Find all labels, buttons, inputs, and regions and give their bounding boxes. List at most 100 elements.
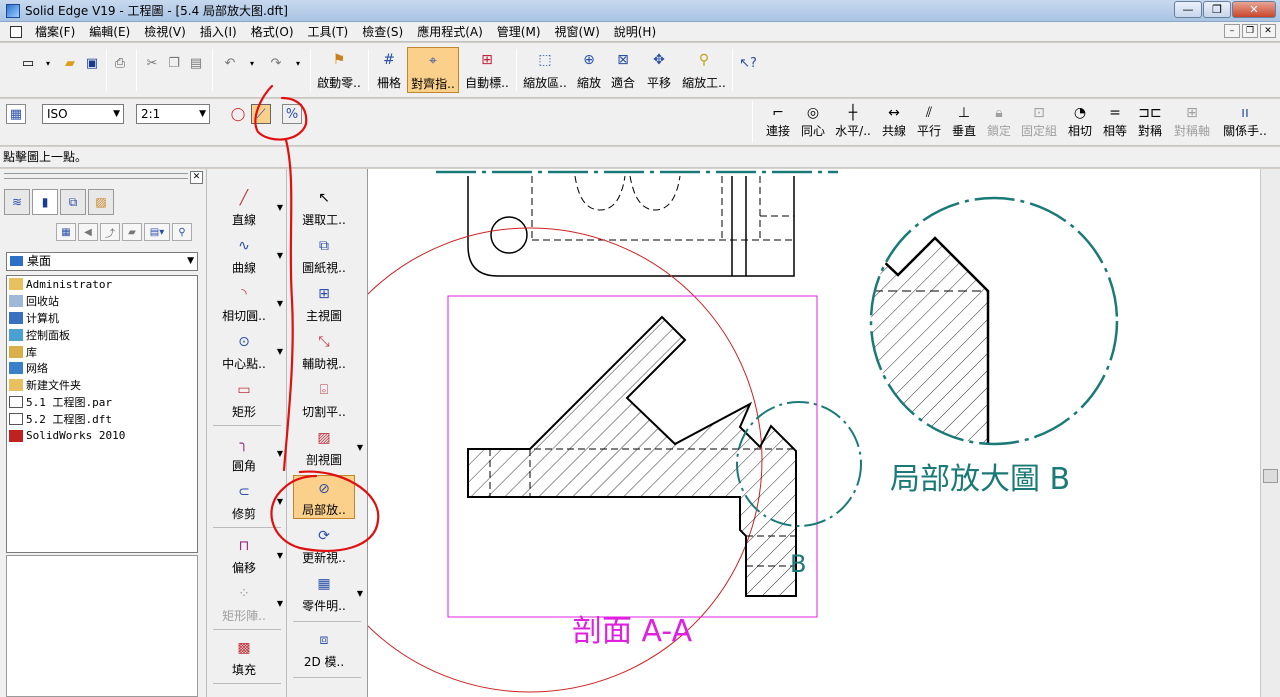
detail-view-option-icon[interactable]: ⟋	[251, 104, 271, 124]
location-combo[interactable]: 桌面 ▼	[6, 252, 198, 271]
close-button[interactable]: ✕	[1232, 1, 1276, 18]
fit-button[interactable]: ⊠ 適合	[608, 47, 638, 93]
drawing-view-button[interactable]: ⧉ 圖紙視..	[293, 233, 355, 277]
align-button[interactable]: ⌖ 對齊指..	[407, 47, 459, 93]
layers-tab-icon[interactable]: ≋	[4, 189, 30, 215]
relation-symmetric-button[interactable]: ⊐⊏ 對稱	[1134, 104, 1166, 139]
relation-parallel-button[interactable]: ⫽ 平行	[913, 104, 945, 139]
section-view-button[interactable]: ▨ 剖視圖 ▼	[293, 425, 363, 469]
relation-collinear-button[interactable]: ↔ 共線	[878, 104, 910, 139]
detail-view-b[interactable]	[860, 196, 1119, 460]
curve-tool-button[interactable]: ∿ 曲線 ▼	[213, 233, 283, 277]
menu-manage[interactable]: 管理(M)	[490, 23, 548, 40]
2d-model-view-button[interactable]: ⧈ 2D 模..	[293, 627, 355, 671]
open-folder-icon[interactable]: ▰	[60, 53, 80, 73]
back-arrow-icon[interactable]: ◀	[78, 223, 98, 241]
relation-tangent-button[interactable]: ◔ 相切	[1064, 104, 1096, 139]
up-folder-icon[interactable]: ⤴	[100, 223, 120, 241]
restore-button[interactable]: ❐	[1203, 1, 1231, 18]
select-tool-button[interactable]: ↖ 選取工..	[293, 185, 355, 229]
relation-handles-button[interactable]: ıı 關係手..	[1222, 104, 1268, 139]
new-dropdown-icon[interactable]: ▾	[38, 53, 58, 73]
new-folder-icon[interactable]: ▰	[122, 223, 142, 241]
relation-lock-button[interactable]: 🔒︎ 鎖定	[983, 104, 1015, 139]
relation-equal-button[interactable]: = 相等	[1099, 104, 1131, 139]
view-options-icon[interactable]: ▤▾	[144, 223, 170, 241]
groups-tab-icon[interactable]: ⧉	[60, 189, 86, 215]
redo-icon[interactable]: ↷	[266, 53, 286, 73]
view-grid-icon[interactable]: ▦	[56, 223, 76, 241]
rectangle-tool-button[interactable]: ▭ 矩形	[213, 377, 275, 421]
fillet-tool-button[interactable]: ╮ 圓角 ▼	[213, 431, 283, 475]
list-item[interactable]: 库	[7, 343, 197, 360]
fill-tool-button[interactable]: ▩ 填充	[213, 635, 275, 679]
line-tool-button[interactable]: ╱ 直線 ▼	[213, 185, 283, 229]
zoom-tool-button[interactable]: ⚲ 縮放工..	[678, 47, 730, 93]
panel-close-button[interactable]: ✕	[190, 171, 203, 184]
scale-select[interactable]: 2:1 ▼	[136, 104, 210, 124]
pan-button[interactable]: ✥ 平移	[642, 47, 676, 93]
grid-button[interactable]: # 柵格	[372, 47, 406, 93]
list-item[interactable]: SolidWorks 2010	[7, 427, 197, 444]
undo-icon[interactable]: ↶	[220, 53, 240, 73]
menu-tools[interactable]: 工具(T)	[301, 23, 356, 40]
list-item[interactable]: Administrator	[7, 276, 197, 293]
menu-view[interactable]: 檢視(V)	[137, 23, 193, 40]
copy-icon[interactable]: ❐	[164, 53, 184, 73]
relation-rigid-set-button[interactable]: ⊡ 固定組	[1018, 104, 1060, 139]
center-point-tool-button[interactable]: ⊙ 中心點.. ▼	[213, 329, 283, 373]
relation-connect-button[interactable]: ⌐ 連接	[762, 104, 794, 139]
panel-grip[interactable]	[4, 173, 188, 179]
new-file-icon[interactable]: ▭	[18, 53, 38, 73]
print-icon[interactable]: ⎙	[110, 53, 130, 73]
library-tab-icon[interactable]: ▮	[32, 189, 58, 215]
menu-format[interactable]: 格式(O)	[244, 23, 301, 40]
circle-option-icon[interactable]: ◯	[228, 104, 248, 124]
minimize-button[interactable]: —	[1174, 1, 1202, 18]
doc-restore-button[interactable]: ❐	[1242, 24, 1258, 38]
offset-tool-button[interactable]: ⊓ 偏移 ▼	[213, 533, 283, 577]
top-view[interactable]	[436, 170, 838, 277]
doc-close-button[interactable]: ✕	[1260, 24, 1276, 38]
menu-help[interactable]: 說明(H)	[607, 23, 663, 40]
auxiliary-view-button[interactable]: ⤡ 輔助視..	[293, 329, 355, 373]
menu-window[interactable]: 視窗(W)	[548, 23, 607, 40]
standard-select[interactable]: ISO ▼	[42, 104, 124, 124]
rectangular-pattern-tool-button[interactable]: ⁘ 矩形陣.. ▼	[213, 581, 283, 625]
properties-icon[interactable]: ▦	[6, 104, 26, 124]
list-item[interactable]: 网络	[7, 360, 197, 377]
list-item[interactable]: 计算机	[7, 310, 197, 327]
relation-horizontal-vertical-button[interactable]: ┼ 水平/..	[832, 104, 874, 139]
menu-insert[interactable]: 插入(I)	[193, 23, 244, 40]
relation-concentric-button[interactable]: ◎ 同心	[797, 104, 829, 139]
list-item[interactable]: 控制面板	[7, 326, 197, 343]
list-item[interactable]: 5.1 工程图.par	[7, 394, 197, 411]
search-icon[interactable]: ⚲	[172, 223, 192, 241]
doc-minimize-button[interactable]: –	[1224, 24, 1240, 38]
tangent-arc-tool-button[interactable]: ◝ 相切圓.. ▼	[213, 281, 283, 325]
section-view[interactable]	[467, 315, 797, 597]
save-icon[interactable]: ▣	[82, 53, 102, 73]
features-tab-icon[interactable]: ▨	[88, 189, 114, 215]
principal-view-button[interactable]: ⊞ 主視圖	[293, 281, 355, 325]
detail-view-button[interactable]: ⊘ 局部放..	[293, 475, 355, 519]
zoom-area-button[interactable]: ⬚ 縮放區..	[520, 47, 570, 93]
cut-icon[interactable]: ✂	[142, 53, 162, 73]
menu-inspect[interactable]: 檢查(S)	[355, 23, 410, 40]
view-properties-icon[interactable]: %	[282, 104, 302, 124]
auto-dimension-button[interactable]: ⊞ 自動標..	[462, 47, 512, 93]
parts-list-button[interactable]: ▦ 零件明.. ▼	[293, 571, 363, 615]
start-part-button[interactable]: ⚑ 啟動零..	[314, 47, 364, 93]
list-item[interactable]: 新建文件夹	[7, 377, 197, 394]
relation-perpendicular-button[interactable]: ⊥ 垂直	[948, 104, 980, 139]
menu-applications[interactable]: 應用程式(A)	[410, 23, 490, 40]
paste-icon[interactable]: ▤	[186, 53, 206, 73]
menu-file[interactable]: 檔案(F)	[28, 23, 82, 40]
help-pointer-icon[interactable]: ↖?	[738, 53, 758, 73]
scroll-thumb[interactable]	[1263, 469, 1278, 483]
redo-dropdown-icon[interactable]: ▾	[288, 53, 308, 73]
menu-edit[interactable]: 編輯(E)	[82, 23, 137, 40]
zoom-button[interactable]: ⊕ 縮放	[574, 47, 604, 93]
trim-tool-button[interactable]: ⊂ 修剪 ▼	[213, 479, 283, 523]
update-views-button[interactable]: ⟳ 更新視..	[293, 523, 355, 567]
